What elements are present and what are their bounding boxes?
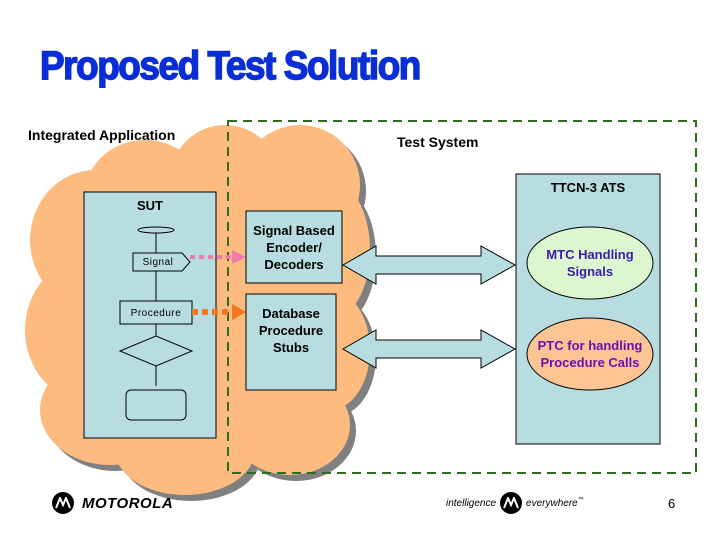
motorola-batwing-icon (52, 492, 74, 514)
encoder-decoder-label: Signal Based Encoder/ Decoders (246, 211, 342, 283)
stubs-label-line1: Database (262, 305, 320, 321)
procedure-stubs-label: Database Procedure Stubs (246, 300, 336, 360)
integrated-application-label: Integrated Application (28, 127, 176, 143)
tagline-left: intelligence (446, 497, 497, 509)
ptc-label-line2: Procedure Calls (540, 355, 640, 370)
mtc-label-line2: Signals (566, 264, 614, 279)
encoder-label-line3: Decoders (264, 256, 324, 272)
tagline-logo: intelligence everywhere ™ (446, 492, 584, 514)
motorola-logo: MOTOROLA (52, 492, 173, 514)
stubs-label-line3: Stubs (272, 339, 310, 355)
mtc-label-line1: MTC Handling (546, 247, 634, 262)
encoder-label-line1: Signal Based (253, 222, 335, 238)
signal-double-arrow (341, 245, 517, 285)
procedure-label: Procedure (130, 307, 182, 319)
ttcn3-ats-label: TTCN-3 ATS (550, 179, 626, 195)
ptc-label: PTC for handling Procedure Calls (527, 336, 653, 372)
ptc-label-line1: PTC for handling (537, 338, 643, 353)
procedure-double-arrow (341, 329, 517, 369)
signal-label: Signal (142, 256, 174, 268)
tagline-right: everywhere (526, 497, 578, 509)
motorola-brand-text: MOTOROLA (82, 494, 174, 512)
ttcn3-ats-box (515, 173, 661, 445)
stubs-label-line2: Procedure (258, 322, 324, 338)
page-number: 6 (668, 496, 676, 511)
test-system-label: Test System (397, 134, 479, 150)
trademark-symbol: ™ (577, 497, 584, 503)
tagline-batwing-icon (500, 492, 523, 514)
sut-label: SUT (137, 197, 163, 213)
mtc-label: MTC Handling Signals (527, 245, 653, 281)
encoder-label-line2: Encoder/ (266, 239, 322, 255)
